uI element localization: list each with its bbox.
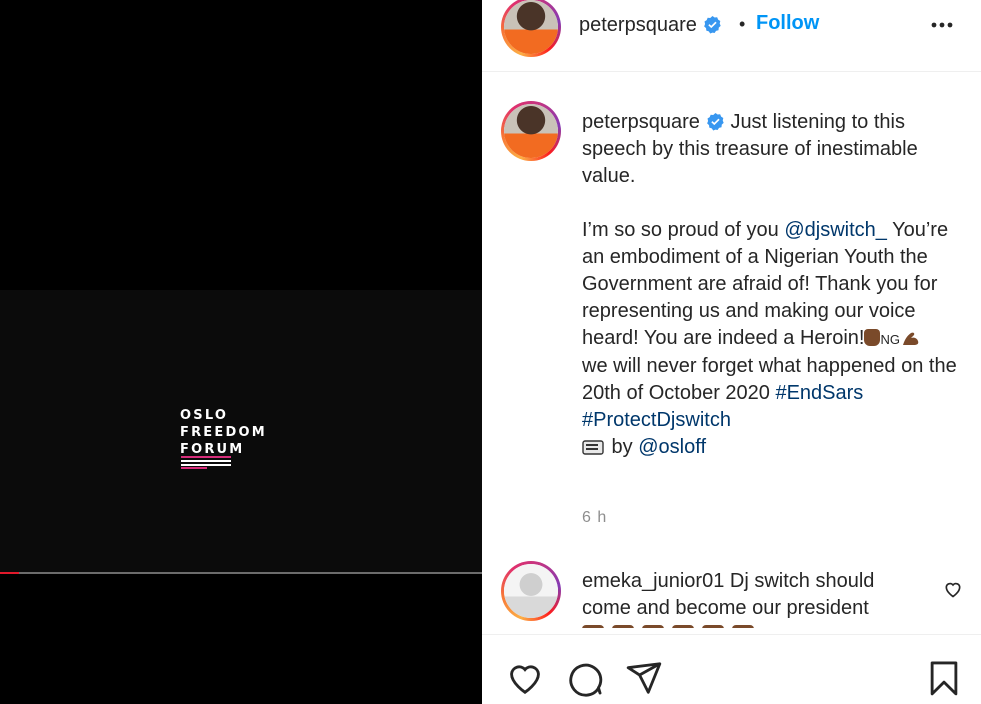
video-progress-fill <box>0 572 20 574</box>
bookmark-icon[interactable] <box>925 659 963 697</box>
caption-never-forget-text: we will never forget what happened on th… <box>582 355 957 404</box>
mention-link-osloff[interactable]: @osloff <box>638 436 706 458</box>
video-camera-icon <box>582 440 604 455</box>
commenter-avatar[interactable] <box>501 561 561 621</box>
verified-badge-icon <box>704 15 721 34</box>
comment-emoji-row <box>582 622 762 628</box>
flexed-biceps-icon <box>902 332 919 345</box>
more-options-icon[interactable] <box>928 15 956 35</box>
author-avatar[interactable] <box>501 0 561 57</box>
comments-list[interactable]: emeka_junior01 Dj switch should come and… <box>482 558 981 628</box>
comment-like-heart-icon[interactable] <box>943 579 963 599</box>
post-caption: peterpsquare Just listening to this spee… <box>582 109 962 461</box>
comment-text: emeka_junior01 Dj switch should come and… <box>582 568 912 628</box>
hashtag-protectdjswitch[interactable]: #ProtectDjswitch <box>582 409 731 431</box>
commenter-username[interactable]: emeka_junior01 <box>582 570 724 592</box>
raised-fist-icon <box>864 329 881 346</box>
share-icon[interactable] <box>625 659 663 697</box>
oslo-freedom-forum-logo: OSLO FREEDOM FORUM <box>180 407 267 458</box>
comment-icon[interactable] <box>566 659 604 697</box>
logo-stripes-icon <box>181 456 231 469</box>
caption-by-text: by <box>606 436 639 458</box>
separator-dot: • <box>739 14 746 34</box>
video-progress-bar[interactable] <box>0 572 482 574</box>
logo-line-2: FREEDOM <box>180 425 267 440</box>
verified-badge-icon <box>707 112 724 131</box>
caption-proud-text: I’m so so proud of you <box>582 219 785 241</box>
caption-username[interactable]: peterpsquare <box>582 111 700 133</box>
post-media[interactable]: OSLO FREEDOM FORUM <box>0 0 482 704</box>
author-username-text[interactable]: peterpsquare <box>579 14 697 36</box>
nigeria-flag-icon: NG <box>880 332 900 347</box>
caption-author-avatar[interactable] <box>501 101 561 161</box>
logo-line-1: OSLO <box>180 408 229 423</box>
post-details-panel: peterpsquare • Follow peterpsquare Just … <box>482 0 981 704</box>
hashtag-endsars[interactable]: #EndSars <box>775 382 863 404</box>
post-header: peterpsquare • Follow <box>482 0 981 72</box>
post-actions-bar <box>482 634 981 704</box>
mention-link-djswitch[interactable]: @djswitch_ <box>784 219 887 241</box>
author-username[interactable]: peterpsquare <box>579 14 722 37</box>
post-timestamp[interactable]: 6 h <box>582 509 607 527</box>
heart-icon[interactable] <box>506 659 544 697</box>
follow-button[interactable]: Follow <box>756 12 819 35</box>
